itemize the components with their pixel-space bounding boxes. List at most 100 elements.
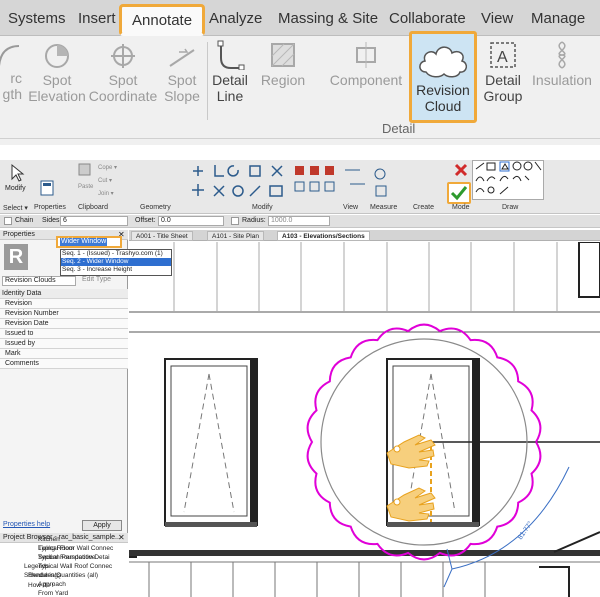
ribbon-panel-divider	[207, 42, 208, 120]
tab-massing-site[interactable]: Massing & Site	[278, 10, 378, 27]
svg-text:A: A	[497, 49, 508, 66]
revision-select-value: Wider Window	[60, 238, 108, 246]
region-button[interactable]: Region	[258, 40, 308, 88]
angle-dimension-text[interactable]: 81.77°	[516, 520, 534, 541]
browser-item[interactable]: How do I	[28, 582, 54, 589]
cancel-edit-mode-icon[interactable]	[454, 163, 468, 177]
drawing-canvas[interactable]: 81.77°	[129, 241, 600, 597]
select-group-label[interactable]: Select ▾	[3, 204, 28, 212]
detail-line-label-1: Detail	[212, 72, 248, 88]
revision-cloud-label: Revision Cloud	[412, 82, 474, 114]
left-window	[164, 358, 258, 527]
prop-revision: Revision	[0, 299, 128, 309]
revision-cloud-label-1: Revision	[416, 82, 470, 98]
modify-ribbon: Modify Paste Cope ▾ Cut ▾ Join ▾ Select …	[0, 160, 600, 214]
browser-item-legends[interactable]: Legends	[24, 563, 49, 570]
detail-line-label-2: Line	[216, 88, 244, 104]
identity-data-section[interactable]: Identity Data	[0, 289, 128, 299]
modify-group-label: Modify	[252, 204, 273, 211]
browser-item[interactable]: From Yard	[38, 590, 68, 597]
tab-annotate[interactable]: Annotate	[119, 4, 206, 36]
detail-line-icon	[217, 40, 245, 70]
revision-select[interactable]: Wider Window	[56, 236, 122, 248]
spot-coordinate-label-1: Spot	[108, 72, 138, 88]
offset-input[interactable]: 0.0	[158, 216, 224, 226]
tab-manage[interactable]: Manage	[531, 10, 585, 27]
join-label[interactable]: Join ▾	[98, 190, 114, 197]
arc-length-label-1: rc	[10, 70, 22, 86]
apply-button[interactable]: Apply	[82, 520, 122, 531]
revit-window: Modify Paste Cope ▾ Cut ▾ Join ▾ Select …	[0, 160, 600, 597]
geometry-group-label: Geometry	[140, 204, 171, 211]
tab-insert[interactable]: Insert	[78, 10, 116, 27]
prop-mark: Mark	[0, 349, 128, 359]
revision-cloud-button[interactable]: Revision Cloud	[409, 31, 477, 123]
insulation-button[interactable]: Insulation	[530, 40, 594, 88]
radius-checkbox[interactable]	[231, 217, 239, 225]
floor-slab	[129, 550, 600, 556]
checkmark-icon	[450, 186, 468, 201]
spot-slope-icon	[169, 48, 195, 67]
radius-input[interactable]: 1000.0	[268, 216, 330, 226]
spot-slope-label-2: Slope	[164, 88, 200, 104]
view-tab-a001[interactable]: A001 - Title Sheet	[131, 231, 193, 241]
prop-revision-date: Revision Date	[0, 319, 128, 329]
tab-analyze[interactable]: Analyze	[209, 10, 262, 27]
view-tab-a103[interactable]: A103 - Elevations/Sections	[277, 231, 370, 241]
edit-type-button[interactable]: Edit Type	[82, 276, 111, 283]
arc-length-label-2: gth	[2, 86, 22, 102]
browser-item[interactable]: Typical Wall Roof Connec	[38, 563, 112, 570]
browser-item[interactable]: Kitchen	[38, 536, 60, 543]
modify-button-label[interactable]: Modify	[5, 185, 26, 192]
browser-item[interactable]: Living Room	[38, 545, 74, 552]
finish-edit-mode-button[interactable]	[447, 182, 471, 204]
revision-option-selected[interactable]: Seq. 2 - Wider Window	[61, 258, 171, 266]
project-browser-header: Project Browser - rac_basic_sample...	[0, 533, 128, 543]
properties-help-link[interactable]: Properties help	[3, 521, 50, 528]
ribbon-tab-bar: Systems Insert Annotate Analyze Massing …	[0, 0, 600, 36]
tab-systems[interactable]: Systems	[8, 10, 66, 27]
revision-cloud-icon	[419, 46, 468, 78]
paste-icon[interactable]	[78, 162, 92, 176]
browser-close-icon[interactable]: ✕	[118, 533, 125, 542]
spot-elevation-button[interactable]: Spot Elevation	[28, 42, 86, 104]
cut-label[interactable]: Cut ▾	[98, 177, 112, 184]
prop-issued-to: Issued to	[0, 329, 128, 339]
revision-option[interactable]: Seq. 3 - Increase Height	[61, 266, 171, 274]
detail-line-button[interactable]: Detail Line	[210, 40, 250, 104]
draw-tools-panel[interactable]	[472, 160, 544, 200]
spot-slope-button[interactable]: Spot Slope	[160, 42, 204, 104]
revision-option[interactable]: Seq. 1 - (Issued) - Trashyo.com (1)	[61, 250, 171, 258]
properties-panel: Properties ✕ R ▾ Revision Clouds Edit Ty…	[0, 230, 128, 597]
type-filter-dropdown[interactable]: Revision Clouds	[2, 276, 76, 286]
tab-collaborate[interactable]: Collaborate	[389, 10, 466, 27]
radius-label: Radius:	[242, 217, 266, 224]
clipboard-group-label: Clipboard	[78, 204, 108, 211]
revision-dropdown-list[interactable]: Seq. 1 - (Issued) - Trashyo.com (1) Seq.…	[60, 249, 172, 276]
properties-icon[interactable]	[40, 180, 54, 196]
spot-coordinate-button[interactable]: Spot Coordinate	[88, 42, 158, 104]
spot-coordinate-label-2: Coordinate	[88, 88, 158, 104]
prop-revision-number: Revision Number	[0, 309, 128, 319]
sides-label: Sides:	[42, 217, 62, 224]
paste-label[interactable]: Paste	[78, 184, 93, 190]
modify-tools-icons[interactable]	[190, 162, 400, 202]
ribbon-bottom-border	[0, 138, 600, 139]
modify-cursor-icon[interactable]	[8, 163, 26, 183]
arc-length-icon	[0, 45, 20, 67]
view-tab-a101[interactable]: A101 - Site Plan	[207, 231, 264, 241]
browser-item[interactable]: Section Perspective	[38, 554, 95, 561]
arc-length-button[interactable]: rc gth	[0, 42, 22, 102]
prop-issued-by: Issued by	[0, 339, 128, 349]
component-button[interactable]: Component	[326, 40, 406, 88]
detail-group-button[interactable]: A Detail Group	[481, 40, 525, 104]
browser-item-schedules[interactable]: Schedules/Quantities (all)	[24, 572, 98, 579]
tab-view[interactable]: View	[481, 10, 513, 27]
chain-checkbox[interactable]	[4, 217, 12, 225]
sides-input[interactable]: 6	[60, 216, 128, 226]
chain-label: Chain	[15, 217, 34, 224]
prop-comments: Comments	[0, 359, 128, 369]
properties-group-label: Properties	[34, 204, 66, 211]
insulation-label: Insulation	[532, 72, 592, 88]
cope-label[interactable]: Cope ▾	[98, 164, 117, 171]
